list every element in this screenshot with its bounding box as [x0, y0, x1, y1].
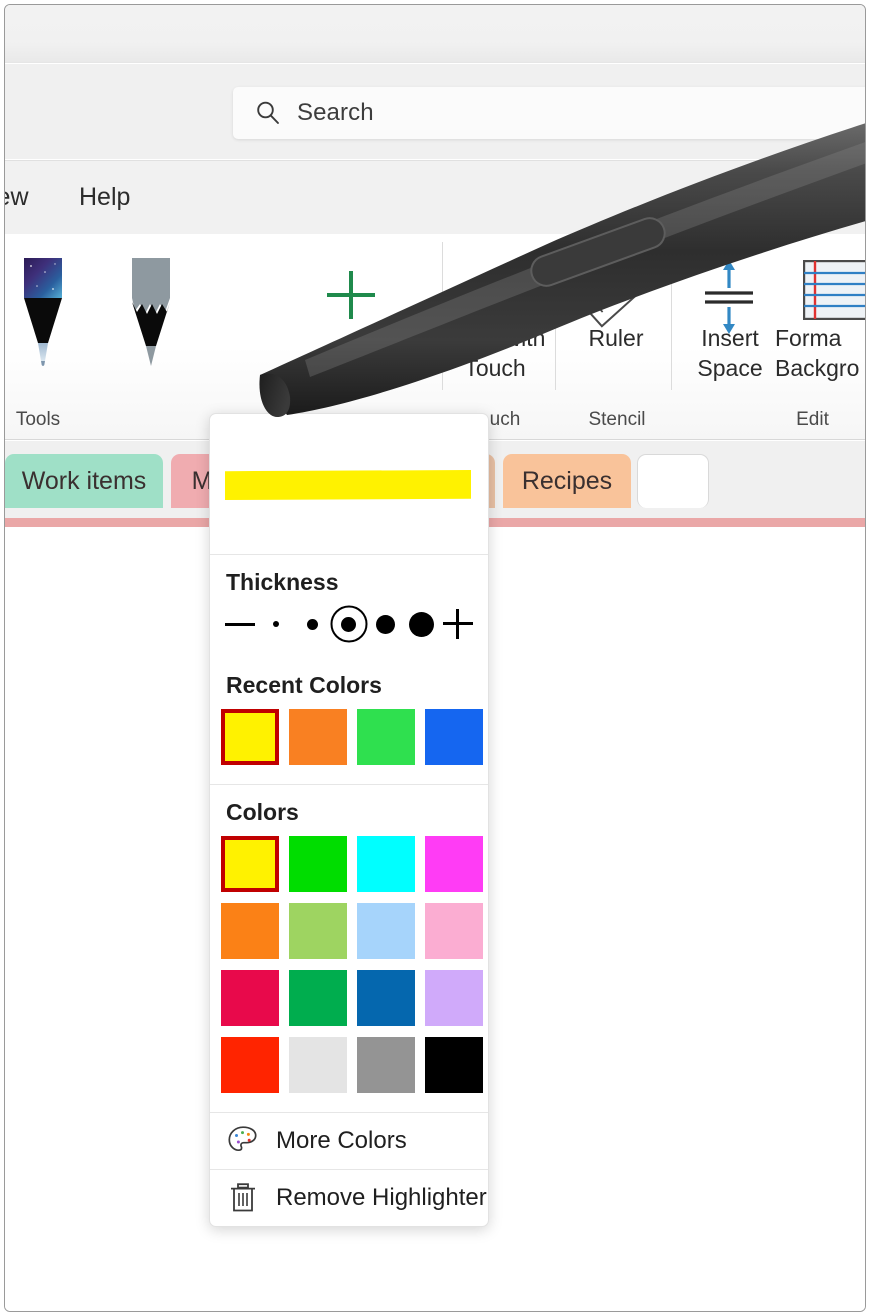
stroke-preview-area	[210, 414, 488, 554]
pen-galaxy-tool[interactable]	[15, 258, 71, 373]
color-green[interactable]	[284, 830, 352, 897]
swatch	[357, 835, 415, 892]
palette-icon	[228, 1126, 257, 1152]
color-dark-blue[interactable]	[352, 964, 420, 1031]
thickness-4[interactable]	[367, 606, 403, 642]
color-light-gray[interactable]	[284, 1031, 352, 1098]
thickness-heading: Thickness	[226, 569, 339, 595]
recent-color-orange[interactable]	[284, 703, 352, 770]
recent-color-blue[interactable]	[420, 703, 488, 770]
colors-heading: Colors	[226, 799, 299, 825]
tab-label: Work items	[21, 466, 147, 495]
swatch	[221, 1036, 279, 1093]
search-icon	[257, 101, 279, 124]
menu-item-view[interactable]: iew	[5, 183, 29, 212]
insert-space-label-line2[interactable]: Space	[670, 355, 790, 382]
format-background-label-line1[interactable]: Forma	[775, 325, 865, 352]
recent-color-yellow[interactable]	[216, 703, 284, 770]
more-colors-label: More Colors	[276, 1127, 407, 1154]
swatch	[357, 969, 415, 1026]
search-placeholder-text: Search	[297, 99, 374, 126]
thickness-decrease[interactable]	[222, 606, 258, 642]
insert-space-icon[interactable]	[695, 260, 763, 334]
remove-highlighter-item[interactable]: Remove Highlighter	[210, 1170, 488, 1226]
pencil-tool[interactable]	[123, 258, 179, 373]
insert-space-label-line1[interactable]: Insert	[670, 325, 790, 352]
swatch	[357, 902, 415, 959]
recent-colors-grid	[210, 703, 488, 784]
color-yellow[interactable]	[216, 830, 284, 897]
more-colors-item[interactable]: More Colors	[210, 1113, 488, 1169]
swatch	[357, 708, 415, 765]
color-light-green[interactable]	[284, 897, 352, 964]
swatch	[425, 1036, 483, 1093]
swatch	[289, 902, 347, 959]
color-emerald[interactable]	[284, 964, 352, 1031]
app-window: Search iew Help Tools uch Stencil Edit	[4, 4, 866, 1312]
thickness-selector	[210, 600, 488, 658]
swatch	[221, 835, 279, 892]
search-band: Search	[5, 64, 865, 159]
stroke-preview	[225, 470, 471, 500]
swatch	[289, 835, 347, 892]
swatch	[221, 708, 279, 765]
colors-grid	[210, 830, 488, 1112]
thickness-selected-ring	[330, 605, 368, 643]
color-light-blue[interactable]	[352, 897, 420, 964]
swatch	[289, 708, 347, 765]
trash-icon	[231, 1183, 255, 1212]
tab-add-new[interactable]	[637, 454, 709, 508]
ribbon-group-label-edit: Edit	[796, 409, 829, 430]
color-gray[interactable]	[352, 1031, 420, 1098]
ribbon-group-label-tools: Tools	[15, 409, 61, 430]
ribbon-separator	[555, 242, 556, 390]
color-lavender[interactable]	[420, 964, 488, 1031]
color-orange[interactable]	[216, 897, 284, 964]
swatch	[289, 969, 347, 1026]
draw-with-touch-label-line2[interactable]: Touch	[435, 355, 555, 382]
swatch	[289, 1036, 347, 1093]
thickness-1[interactable]	[258, 606, 294, 642]
recent-color-green[interactable]	[352, 703, 420, 770]
color-cyan[interactable]	[352, 830, 420, 897]
remove-highlighter-label: Remove Highlighter	[276, 1184, 487, 1211]
thickness-3[interactable]	[330, 605, 368, 643]
color-red[interactable]	[216, 1031, 284, 1098]
swatch	[221, 969, 279, 1026]
ruled-page-icon[interactable]	[803, 260, 866, 320]
thickness-2[interactable]	[295, 606, 331, 642]
ruler-label[interactable]: Ruler	[556, 325, 676, 352]
add-pen-plus-icon[interactable]	[323, 267, 379, 323]
pen-dropdown-label[interactable]: Pen	[317, 346, 427, 373]
color-crimson[interactable]	[216, 964, 284, 1031]
swatch	[357, 1036, 415, 1093]
tab-recipes[interactable]: Recipes	[503, 454, 631, 508]
ribbon-group-label-stencil: Stencil	[588, 409, 646, 430]
swatch	[425, 969, 483, 1026]
thickness-5[interactable]	[404, 606, 440, 642]
tab-work-items[interactable]: Work items	[5, 454, 163, 508]
title-bar	[5, 5, 865, 63]
tab-label: Recipes	[521, 466, 613, 495]
highlighter-flyout-panel: Thickness Recent Colors Colors More Colo…	[209, 413, 489, 1227]
menu-bar: iew Help	[5, 160, 865, 234]
thickness-increase[interactable]	[440, 606, 476, 642]
recent-colors-heading: Recent Colors	[226, 672, 382, 698]
ribbon-toolbar: Tools uch Stencil Edit Pen Draw with Tou…	[5, 234, 866, 639]
search-input[interactable]: Search	[233, 87, 865, 139]
swatch	[425, 835, 483, 892]
color-pink[interactable]	[420, 897, 488, 964]
format-background-label-line2[interactable]: Backgro	[775, 355, 865, 382]
pen-dropdown-chevron-down-icon[interactable]	[375, 358, 395, 370]
menu-item-help[interactable]: Help	[79, 183, 130, 212]
swatch	[425, 902, 483, 959]
color-black[interactable]	[420, 1031, 488, 1098]
draw-with-touch-label-line1[interactable]: Draw with	[435, 325, 555, 352]
swatch	[425, 708, 483, 765]
swatch	[221, 902, 279, 959]
color-magenta[interactable]	[420, 830, 488, 897]
